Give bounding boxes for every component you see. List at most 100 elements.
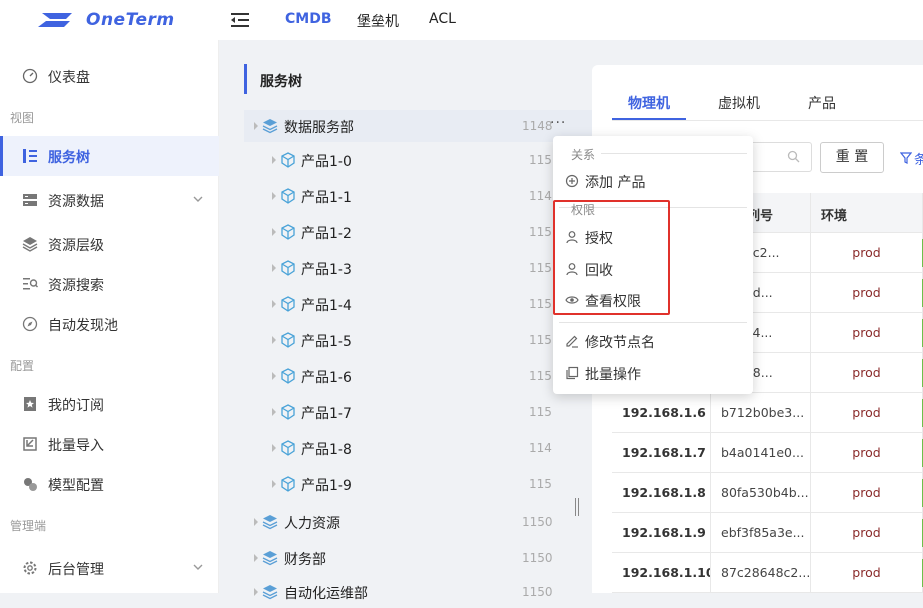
sidebar-item-resource-data[interactable]: 资源数据 bbox=[0, 180, 219, 220]
env-cell: prod bbox=[811, 513, 923, 553]
tree-node-label: 自动化运维部 bbox=[284, 586, 368, 602]
batch-operation-menu-item[interactable]: 批量操作 bbox=[553, 358, 753, 388]
sidebar-item-batch-import[interactable]: 批量导入 bbox=[0, 424, 219, 464]
tab-product[interactable]: 产品 bbox=[808, 93, 836, 113]
tree-node[interactable]: 自动化运维部 1150 bbox=[244, 576, 594, 608]
tree-node[interactable]: 产品1-4 115 bbox=[244, 288, 594, 320]
filter-link[interactable]: 条 bbox=[914, 149, 923, 168]
tree-node-label: 数据服务部 bbox=[284, 120, 354, 136]
nav-cmdb[interactable]: CMDB bbox=[285, 11, 332, 27]
sidebar-group-config: 配置 bbox=[10, 359, 35, 373]
table-row[interactable]: 192.168.1.10 87c28648c2... prod bbox=[612, 553, 923, 593]
cube-icon bbox=[281, 368, 295, 384]
caret-right-icon[interactable] bbox=[270, 299, 278, 309]
sidebar-item-auto-discovery[interactable]: 自动发现池 bbox=[0, 304, 219, 344]
layers-node-icon bbox=[262, 515, 278, 530]
caret-right-icon[interactable] bbox=[252, 517, 260, 527]
sidebar-item-label: 仪表盘 bbox=[48, 70, 90, 86]
serial-cell: b4a0141e0... bbox=[711, 433, 811, 473]
tree-node-label: 产品1-2 bbox=[301, 226, 352, 242]
tree-node[interactable]: 财务部 1150 bbox=[244, 542, 594, 574]
menu-divider bbox=[601, 153, 747, 154]
more-actions-button[interactable]: ··· bbox=[550, 115, 566, 131]
tree-node[interactable]: 产品1-5 115 bbox=[244, 324, 594, 356]
caret-right-icon[interactable] bbox=[270, 263, 278, 273]
oneterm-logo-icon bbox=[38, 13, 72, 27]
plus-circle-icon bbox=[565, 174, 579, 188]
tree-node[interactable]: 产品1-9 115 bbox=[244, 468, 594, 500]
nav-acl[interactable]: ACL bbox=[429, 11, 456, 27]
caret-right-icon[interactable] bbox=[270, 335, 278, 345]
title-accent-bar bbox=[244, 64, 247, 94]
ip-cell: 192.168.1.7 bbox=[612, 433, 711, 473]
sidebar-item-resource-hierarchy[interactable]: 资源层级 bbox=[0, 224, 219, 264]
cube-icon bbox=[281, 440, 295, 456]
sidebar-item-model-config[interactable]: 模型配置 bbox=[0, 464, 219, 504]
caret-right-icon[interactable] bbox=[252, 587, 260, 597]
cube-icon bbox=[281, 404, 295, 420]
tree-node-label: 产品1-7 bbox=[301, 406, 352, 422]
caret-right-icon[interactable] bbox=[270, 479, 278, 489]
sidebar-item-resource-search[interactable]: 资源搜索 bbox=[0, 264, 219, 304]
tree-node[interactable]: 数据服务部 1148 ··· bbox=[244, 110, 594, 142]
tab-virtual-machine[interactable]: 虚拟机 bbox=[718, 93, 760, 113]
caret-right-icon[interactable] bbox=[270, 191, 278, 201]
tree-node-label: 产品1-6 bbox=[301, 370, 352, 386]
sidebar-item-service-tree[interactable]: 服务树 bbox=[0, 136, 219, 176]
sidebar-item-dashboard[interactable]: 仪表盘 bbox=[0, 56, 219, 96]
tree-node-count: 1150 bbox=[522, 515, 553, 529]
add-product-menu-item[interactable]: 添加 产品 bbox=[553, 166, 753, 196]
serial-cell: 80fa530b4b... bbox=[711, 473, 811, 513]
reset-button[interactable]: 重 置 bbox=[820, 142, 884, 173]
tree-node-label: 财务部 bbox=[284, 552, 326, 568]
tree-node[interactable]: 人力资源 1150 bbox=[244, 506, 594, 538]
tree-node[interactable]: 产品1-2 115 bbox=[244, 216, 594, 248]
caret-right-icon[interactable] bbox=[252, 121, 260, 131]
sidebar-item-backend-admin[interactable]: 后台管理 bbox=[0, 548, 219, 588]
filter-icon[interactable] bbox=[900, 152, 912, 164]
caret-right-icon[interactable] bbox=[270, 155, 278, 165]
tree-icon bbox=[23, 149, 37, 163]
table-row[interactable]: 192.168.1.9 ebf3f85a3e... prod bbox=[612, 513, 923, 553]
caret-right-icon[interactable] bbox=[270, 407, 278, 417]
nav-bastion[interactable]: 堡垒机 bbox=[357, 11, 399, 31]
tree-node[interactable]: 产品1-3 115 bbox=[244, 252, 594, 284]
rename-node-menu-item[interactable]: 修改节点名 bbox=[553, 326, 753, 356]
caret-right-icon[interactable] bbox=[252, 553, 260, 563]
search-icon[interactable] bbox=[787, 150, 800, 163]
highlight-box bbox=[553, 200, 670, 315]
ip-cell: 192.168.1.10 bbox=[612, 553, 711, 593]
tab-physical-machine[interactable]: 物理机 bbox=[628, 93, 670, 113]
menu-fold-icon[interactable] bbox=[231, 12, 249, 28]
star-icon bbox=[24, 397, 36, 411]
tree-node-label: 产品1-5 bbox=[301, 334, 352, 350]
table-row[interactable]: 192.168.1.7 b4a0141e0... prod bbox=[612, 433, 923, 473]
tree-node-count: 1150 bbox=[522, 551, 553, 565]
caret-right-icon[interactable] bbox=[270, 371, 278, 381]
cube-icon bbox=[281, 152, 295, 168]
tree-node[interactable]: 产品1-6 115 bbox=[244, 360, 594, 392]
cube-icon bbox=[281, 476, 295, 492]
tree-node[interactable]: 产品1-8 114 bbox=[244, 432, 594, 464]
tree-node-label: 人力资源 bbox=[284, 516, 340, 532]
table-row[interactable]: 192.168.1.6 b712b0be3... prod bbox=[612, 393, 923, 433]
serial-cell: ebf3f85a3e... bbox=[711, 513, 811, 553]
caret-right-icon[interactable] bbox=[270, 443, 278, 453]
edit-icon bbox=[566, 335, 578, 348]
table-row[interactable]: 192.168.1.8 80fa530b4b... prod bbox=[612, 473, 923, 513]
serial-cell: b712b0be3... bbox=[711, 393, 811, 433]
caret-right-icon[interactable] bbox=[270, 227, 278, 237]
sidebar-item-label: 模型配置 bbox=[48, 478, 104, 494]
tree-node-label: 产品1-8 bbox=[301, 442, 352, 458]
tree-node-count: 115 bbox=[529, 369, 552, 383]
tree-node-count: 115 bbox=[529, 297, 552, 311]
resize-handle[interactable] bbox=[575, 498, 579, 516]
env-cell: prod bbox=[811, 233, 923, 273]
active-tab-indicator bbox=[612, 118, 686, 120]
menu-item-label: 添加 产品 bbox=[585, 175, 646, 191]
sidebar-item-my-subscription[interactable]: 我的订阅 bbox=[0, 384, 219, 424]
tree-node[interactable]: 产品1-0 115 bbox=[244, 144, 594, 176]
tree-node-count: 115 bbox=[529, 477, 552, 491]
tree-node[interactable]: 产品1-7 115 bbox=[244, 396, 594, 428]
tree-node[interactable]: 产品1-1 114 bbox=[244, 180, 594, 212]
